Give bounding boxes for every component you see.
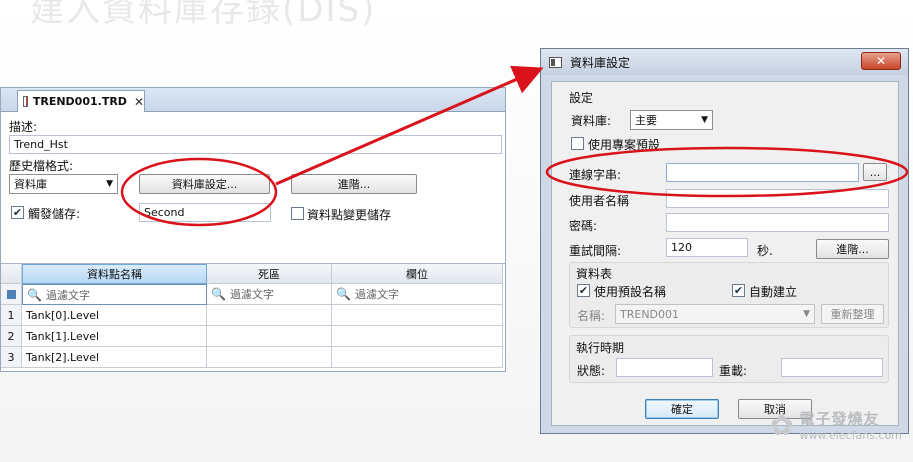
runtime-group-label: 執行時期 [576,341,625,355]
runtime-groupbox: 執行時期 狀態: 重載: [569,335,889,383]
password-input[interactable] [666,213,889,232]
dialog-title: 資料庫設定 [570,55,631,70]
watermark-name: 電子發燒友 [799,410,880,428]
row-number: 2 [1,326,22,347]
use-project-default-label: 使用專案預設 [588,138,661,152]
trend-file-icon [23,96,28,107]
cell-field[interactable] [332,305,503,326]
dialog-titlebar[interactable]: 資料庫設定 ✕ [541,49,908,75]
database-settings-dialog: 資料庫設定 ✕ 設定 資料庫: 主要 ▼ 使用專案預設 連線字串: ... 使用… [540,48,909,434]
filter-deadband-input[interactable]: 🔍 過濾文字 [207,284,332,305]
cell-deadband[interactable] [207,347,332,368]
use-default-name-checkbox[interactable]: ✔ [577,284,590,297]
history-format-select[interactable]: 資料庫 ▼ [9,174,118,194]
column-header-name[interactable]: 資料點名稱 [22,264,207,284]
settings-group-label: 設定 [569,91,594,105]
search-icon: 🔍 [27,287,42,302]
watermark-logo-icon: ✿ [770,408,794,442]
tab-label: TREND001.TRD [32,95,127,108]
cell-field[interactable] [332,347,503,368]
database-label: 資料庫: [571,114,612,128]
filter-field-input[interactable]: 🔍 過濾文字 [332,284,503,305]
filter-name-placeholder: 過濾文字 [45,288,90,302]
trigger-save-checkbox[interactable]: ✔ [11,206,24,219]
auto-create-label: 自動建立 [749,285,798,299]
status-field [616,358,713,377]
connection-string-input[interactable] [666,163,859,182]
background-slide-title: 建入資料庫存錄(DIS) [30,0,377,30]
description-input[interactable]: Trend_Hst [9,135,502,154]
grid-corner [1,264,22,284]
tab-close-icon[interactable]: ✕ [134,95,144,109]
cell-point-name[interactable]: Tank[1].Level [22,326,207,347]
filter-deadband-placeholder: 過濾文字 [229,288,274,301]
tab-trend001[interactable]: TREND001.TRD ✕ [17,90,145,112]
retry-interval-input[interactable]: 120 [666,238,748,257]
table-group-label: 資料表 [576,267,613,281]
search-icon: 🔍 [211,287,226,301]
reload-label: 重載: [719,364,748,378]
status-label: 狀態: [577,364,606,378]
database-value: 主要 [635,114,657,127]
ok-button[interactable]: 確定 [645,399,719,419]
data-point-grid: 資料點名稱 死區 欄位 🔍 過濾文字 🔍 過濾文字 🔍 過濾文字 1 Tank[0].… [1,263,505,371]
history-format-value: 資料庫 [14,178,47,191]
row-number: 3 [1,347,22,368]
dialog-body: 設定 資料庫: 主要 ▼ 使用專案預設 連線字串: ... 使用者名稱 密碼: … [551,81,899,426]
username-label: 使用者名稱 [569,194,630,208]
search-icon: 🔍 [336,287,351,301]
chevron-down-icon: ▼ [701,115,708,125]
point-change-save-checkbox[interactable] [291,207,304,220]
dialog-advanced-button[interactable]: 進階... [816,239,889,259]
db-settings-button[interactable]: 資料庫設定... [139,174,270,194]
chevron-down-icon: ▼ [106,179,113,189]
point-change-save-label: 資料點變更儲存 [307,208,392,222]
password-label: 密碼: [569,219,598,233]
history-format-label: 歷史檔格式: [9,159,74,173]
row-number: 1 [1,305,22,326]
column-header-field[interactable]: 欄位 [332,264,503,284]
trigger-save-label: 觸發儲存: [28,207,81,221]
cell-field[interactable] [332,326,503,347]
cell-deadband[interactable] [207,305,332,326]
filter-marker-icon [6,289,16,299]
trigger-save-input[interactable]: Second [139,203,271,222]
browse-button[interactable]: ... [863,163,887,181]
username-input[interactable] [666,189,889,208]
retry-interval-label: 重試間隔: [569,244,622,258]
table-name-value: TREND001 [620,307,680,321]
use-project-default-checkbox[interactable] [571,137,584,150]
use-default-name-label: 使用預設名稱 [594,285,667,299]
chevron-down-icon: ▼ [803,309,810,319]
trend-editor-panel: TREND001.TRD ✕ 描述: Trend_Hst 歷史檔格式: 資料庫 … [0,87,506,372]
advanced-button[interactable]: 進階... [291,174,417,194]
seconds-label: 秒. [757,244,773,258]
close-button[interactable]: ✕ [861,52,901,70]
column-header-deadband[interactable]: 死區 [207,264,332,284]
connection-string-label: 連線字串: [569,168,622,182]
table-groupbox: 資料表 ✔ 使用預設名稱 ✔ 自動建立 名稱: TREND001 ▼ 重新整理 [569,262,889,328]
description-label: 描述: [9,120,38,134]
cell-point-name[interactable]: Tank[2].Level [22,347,207,368]
filter-row-marker [1,284,22,305]
rebuild-button[interactable]: 重新整理 [821,304,884,324]
table-name-select[interactable]: TREND001 ▼ [615,304,815,324]
reload-field [781,358,883,377]
table-name-label: 名稱: [577,309,606,323]
window-icon [549,56,562,68]
filter-field-placeholder: 過濾文字 [354,288,399,301]
cell-point-name[interactable]: Tank[0].Level [22,305,207,326]
database-select[interactable]: 主要 ▼ [630,110,713,130]
watermark-url: www.elecfans.com [799,429,902,442]
cell-deadband[interactable] [207,326,332,347]
watermark: ✿ 電子發燒友 www.elecfans.com [770,408,902,443]
filter-name-input[interactable]: 🔍 過濾文字 [22,284,207,305]
document-tabstrip: TREND001.TRD ✕ [1,88,505,112]
auto-create-checkbox[interactable]: ✔ [732,284,745,297]
